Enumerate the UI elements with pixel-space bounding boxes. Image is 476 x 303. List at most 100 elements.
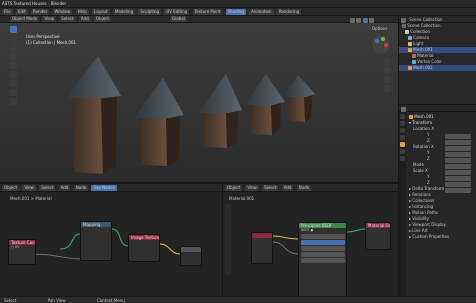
node-texture-coordinate[interactable]: Texture Coordinate ○ UV [8,239,36,265]
outliner-label: Scene Collection [407,23,441,28]
node-editor-right[interactable]: Object View Select Add Node Material.001… [222,182,398,298]
vertex-color-icon [412,60,416,64]
section-title: Instancing [412,204,434,209]
menu-window[interactable]: Window [52,9,73,15]
node-image-texture-right[interactable] [251,232,273,264]
menu-edit[interactable]: Edit [15,9,28,15]
status-pan-view: Pan View [47,298,66,303]
scale-z-field[interactable] [445,188,471,193]
node-socket: ○ UV [11,245,20,249]
status-bar: Select Pan View Context Menu [0,296,476,303]
rotation-y-field[interactable] [445,158,471,163]
modifier-tab-icon[interactable] [400,149,405,154]
mesh-icon [408,48,412,52]
node-value-small[interactable] [180,246,202,266]
location-y-field[interactable] [445,140,471,145]
properties-header [399,105,476,112]
section-title: Line Art [412,228,428,233]
node-principled-bsdf[interactable]: Principled BSDF BSDF ● [298,222,347,298]
properties-panel: Mesh.001 ▾ Transform Location X Y Z Rota… [398,104,476,297]
menu-help[interactable]: Help [75,9,89,15]
bsdf-field[interactable] [301,258,345,263]
prop-label: Z [427,138,430,143]
menu-file[interactable]: File [2,9,13,15]
material-icon [412,54,416,58]
node-image-texture[interactable]: Image Texture [128,234,160,262]
workspace-tabs: File Edit Render Window Help Layout Mode… [0,8,476,16]
house-3 [198,74,242,148]
location-x-field[interactable] [445,134,471,139]
node-header: Material Output [366,223,390,228]
section-title: Motion Paths [412,210,438,215]
outliner-header: Scene Collection [399,16,476,23]
tab-rendering[interactable]: Rendering [276,9,302,15]
rotation-mode-dropdown[interactable] [445,170,471,175]
custom-properties-section[interactable]: ▸ Custom Properties [407,234,476,240]
render-tab-icon[interactable] [400,121,405,126]
rotation-x-field[interactable] [445,152,471,157]
tool-tab-icon[interactable] [400,114,405,119]
collection-icon [405,30,409,34]
section-title: Relations [412,192,431,197]
scene-tab-icon[interactable] [400,135,405,140]
object-tab-icon[interactable] [400,142,405,147]
output-tab-icon[interactable] [400,128,405,133]
node-header: Image Texture [129,235,159,240]
bsdf-field[interactable] [301,234,345,239]
tab-animation[interactable]: Animation [249,9,274,15]
outliner-label: Camera [413,35,429,40]
outliner-item-mesh-002[interactable]: Mesh.002 [399,65,476,71]
tab-layout[interactable]: Layout [92,9,110,15]
node-mapping[interactable]: Mapping [80,221,112,261]
house-4 [245,74,285,135]
node-material-output[interactable]: Material Output [365,222,391,250]
menu-render[interactable]: Render [31,9,50,15]
scale-y-field[interactable] [445,182,471,187]
prop-label: Location X [413,126,434,131]
status-context-menu: Context Menu [96,298,125,303]
outliner-label: Vertex Color [417,59,442,64]
status-select: Select [4,298,17,303]
section-title: Collections [412,198,435,203]
house-1 [66,56,121,174]
camera-icon [408,36,412,40]
viewport-3d[interactable]: Object Mode View Select Add Object Globa… [0,16,398,182]
prop-label: Z [427,156,430,161]
rotation-z-field[interactable] [445,164,471,169]
section-title: Delta Transform [412,186,445,191]
mesh-icon [409,115,413,119]
material-tab-icon[interactable] [400,156,405,161]
section-title: Viewport Display [412,222,446,227]
scene-houses [66,56,315,174]
outliner-label: Light [413,41,424,46]
prop-label: Scale X [413,168,428,173]
outliner-label: Mesh.001 [413,47,433,52]
outliner-filter-icon[interactable] [401,17,406,23]
tab-shading[interactable]: Shading [225,9,246,15]
tab-uv-editing[interactable]: UV Editing [164,9,190,15]
window-title: ASTS Textured Houses - Blender [2,1,67,6]
outliner-label: Material [417,53,434,58]
object-name: Mesh.001 [414,114,434,119]
outliner-panel: Scene Collection Scene Collection Collec… [398,16,476,104]
prop-label: Rotation X [413,144,434,149]
location-z-field[interactable] [445,146,471,151]
tab-texture-paint[interactable]: Texture Paint [192,9,223,15]
properties-search-icon[interactable] [401,106,406,112]
node-editor-left[interactable]: Object View Select Add Node Use Nodes Me… [0,182,222,296]
scale-x-field[interactable] [445,176,471,181]
prop-label: Y [427,132,430,137]
top-menubar: ASTS Textured Houses - Blender [0,0,476,8]
node-header: Mapping [81,222,111,227]
section-title: Custom Properties [412,234,450,239]
tab-modeling[interactable]: Modeling [112,9,136,15]
prop-label: Z [427,180,430,185]
bsdf-field[interactable] [301,246,345,251]
outliner-title: Scene Collection [409,17,443,22]
prop-label: Y [427,174,430,179]
house-2 [134,78,184,166]
bsdf-field[interactable] [301,252,345,257]
collection-icon [402,24,406,28]
tab-sculpting[interactable]: Sculpting [138,9,162,15]
bsdf-field[interactable] [301,240,345,245]
